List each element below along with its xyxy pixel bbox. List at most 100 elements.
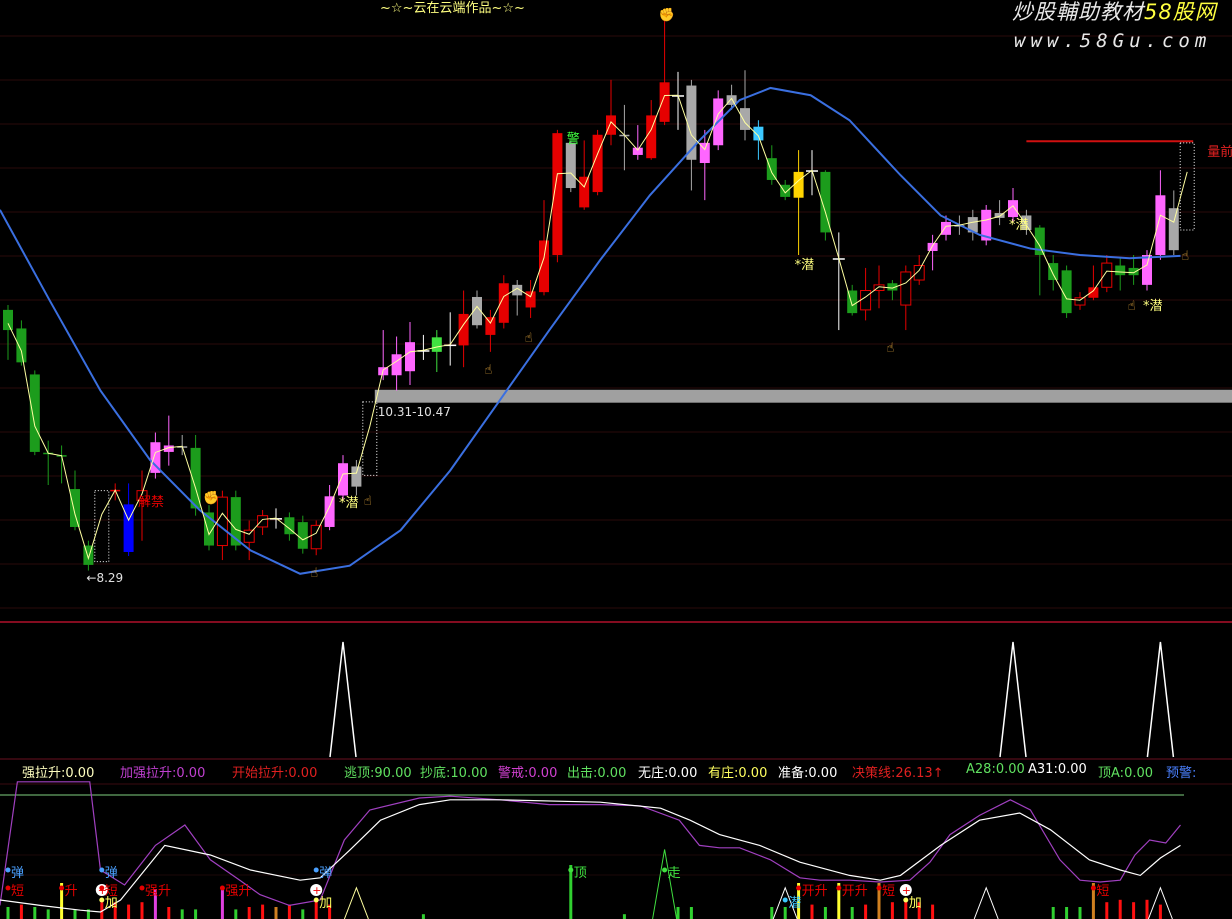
signal-dot <box>836 885 842 891</box>
signal-label: 走 <box>667 866 681 881</box>
signal-label: 加 <box>908 896 922 911</box>
signal-dot <box>782 897 788 903</box>
histogram-bar <box>421 914 425 919</box>
candle-body <box>257 515 269 528</box>
histogram-bar <box>180 909 184 919</box>
signal-label: 加 <box>319 896 333 911</box>
watermark-url: www.58Gu.com <box>1014 30 1212 52</box>
legend-item: 预警: <box>1166 766 1197 781</box>
signal-dot <box>219 885 225 891</box>
signal-label: 开升 <box>801 884 828 899</box>
signal-dot <box>99 885 105 891</box>
histogram-bar <box>287 904 291 919</box>
legend-label: 抄底 <box>420 766 447 781</box>
histogram-bar <box>140 902 144 919</box>
histogram-bar <box>1065 907 1069 919</box>
chart-annotation: 警 <box>566 131 580 147</box>
candle-body <box>1142 255 1152 285</box>
candle-body <box>243 529 255 543</box>
histogram-bar <box>234 909 238 919</box>
candle-body <box>324 496 335 527</box>
histogram-bar <box>864 904 868 919</box>
legend-label: 决策线 <box>852 766 892 781</box>
histogram-bar <box>73 909 77 919</box>
candle-body <box>297 522 308 549</box>
legend-item: A31:0.00 <box>1028 762 1087 777</box>
histogram-bar <box>783 907 787 919</box>
histogram-bar <box>569 865 573 919</box>
candle-body <box>941 221 951 235</box>
moving-average-line <box>0 86 1181 575</box>
histogram-bar <box>850 907 854 919</box>
histogram-bar <box>931 904 935 919</box>
candle-body <box>3 309 13 331</box>
candle-body <box>1115 265 1126 276</box>
candle-body <box>913 265 925 281</box>
signal-dot <box>876 885 882 891</box>
signal-dot <box>796 885 802 891</box>
signal-label: 潜 <box>788 896 802 911</box>
legend-value: 0.00 <box>1124 766 1154 781</box>
oscillator-line-purple <box>0 781 1181 907</box>
chart-title: ~☆~云在云端作品~☆~ <box>380 1 525 16</box>
signal-label: 加 <box>104 896 118 911</box>
signal-dot <box>5 885 11 891</box>
stock-chart-canvas[interactable]: + + + <box>0 0 1232 919</box>
histogram-bar <box>19 904 23 919</box>
signal-dot <box>99 897 105 903</box>
hand-pointer-icon: ☝ <box>310 565 319 581</box>
watermark-logo: 炒股輔助教材58股网 <box>1012 2 1217 23</box>
legend-value: 0.00 <box>668 766 698 781</box>
fist-icon: ✊ <box>658 8 675 24</box>
candle-body <box>753 126 764 141</box>
histogram-bar <box>46 909 50 919</box>
histogram-bar <box>33 907 37 919</box>
chart-annotation: *潜 <box>1009 217 1029 233</box>
legend-value: 0.00 <box>995 762 1025 777</box>
candle-body <box>485 317 496 335</box>
histogram-bar <box>823 907 827 919</box>
support-band-label: 10.31-10.47 <box>377 404 451 419</box>
candle-body <box>338 463 348 496</box>
signal-label: 弹 <box>11 866 25 881</box>
legend-value: 10.00 <box>450 766 488 781</box>
candle-body <box>431 337 442 352</box>
hand-pointer-icon: ☝ <box>886 340 895 356</box>
signal-spike <box>329 641 357 758</box>
candle-body <box>1168 208 1179 251</box>
hand-pointer-icon: ☝ <box>363 493 372 509</box>
candle-body <box>1048 263 1059 281</box>
legend-label: A28 <box>966 762 992 777</box>
signal-label: 强升 <box>145 884 172 899</box>
histogram-bar <box>1132 902 1136 919</box>
legend-label: 逃顶 <box>344 766 371 781</box>
chart-annotation: *潜 <box>1143 298 1163 314</box>
candle-body <box>565 142 576 189</box>
candle-body <box>310 524 322 550</box>
candle-body <box>539 240 549 293</box>
hand-pointer-icon: ☝ <box>484 363 493 379</box>
candle-body <box>29 374 40 452</box>
signal-dot <box>903 897 909 903</box>
oscillator-line-white <box>0 799 1181 913</box>
histogram-bar <box>194 909 198 919</box>
histogram-bar <box>890 902 894 919</box>
legend-item: 出击:0.00 <box>567 766 627 781</box>
histogram-bar <box>220 889 224 919</box>
candle-body <box>94 490 110 563</box>
candle-body <box>860 290 872 311</box>
candle-body <box>1128 267 1139 276</box>
legend-label: 强拉升 <box>22 766 62 781</box>
legend-item: 逃顶:90.00 <box>344 766 412 781</box>
candle-body <box>405 342 415 372</box>
legend-item: A28:0.00 <box>966 762 1025 777</box>
histogram-bar <box>1118 899 1122 919</box>
legend-item: 开始拉升:0.00 <box>232 766 318 781</box>
triangle-marker <box>973 886 999 919</box>
candle-body <box>900 271 912 306</box>
signal-dot <box>99 867 105 873</box>
signal-label: 开升 <box>841 884 868 899</box>
signal-label: 强升 <box>225 884 252 899</box>
legend-label: 有庄 <box>708 766 735 781</box>
triangle-marker <box>652 849 678 919</box>
